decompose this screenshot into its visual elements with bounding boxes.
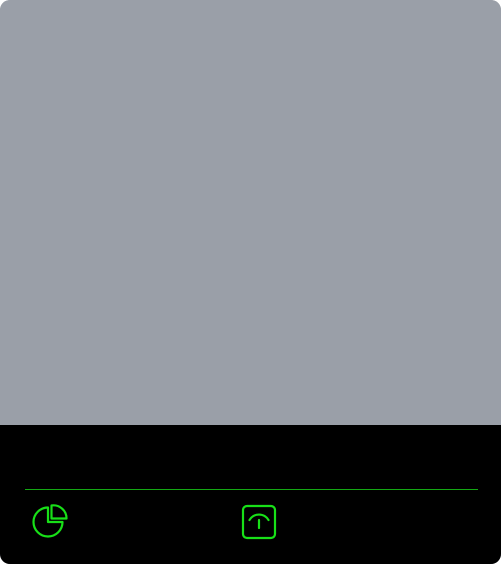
gauge-icon xyxy=(240,503,278,541)
app-window xyxy=(0,0,501,564)
bottom-tab-bar xyxy=(0,425,501,564)
pie-chart-icon xyxy=(31,503,69,541)
tab-statistics[interactable] xyxy=(31,503,69,541)
content-area xyxy=(0,0,501,425)
tab-bar-divider xyxy=(25,489,478,490)
tab-gauge[interactable] xyxy=(240,503,278,541)
